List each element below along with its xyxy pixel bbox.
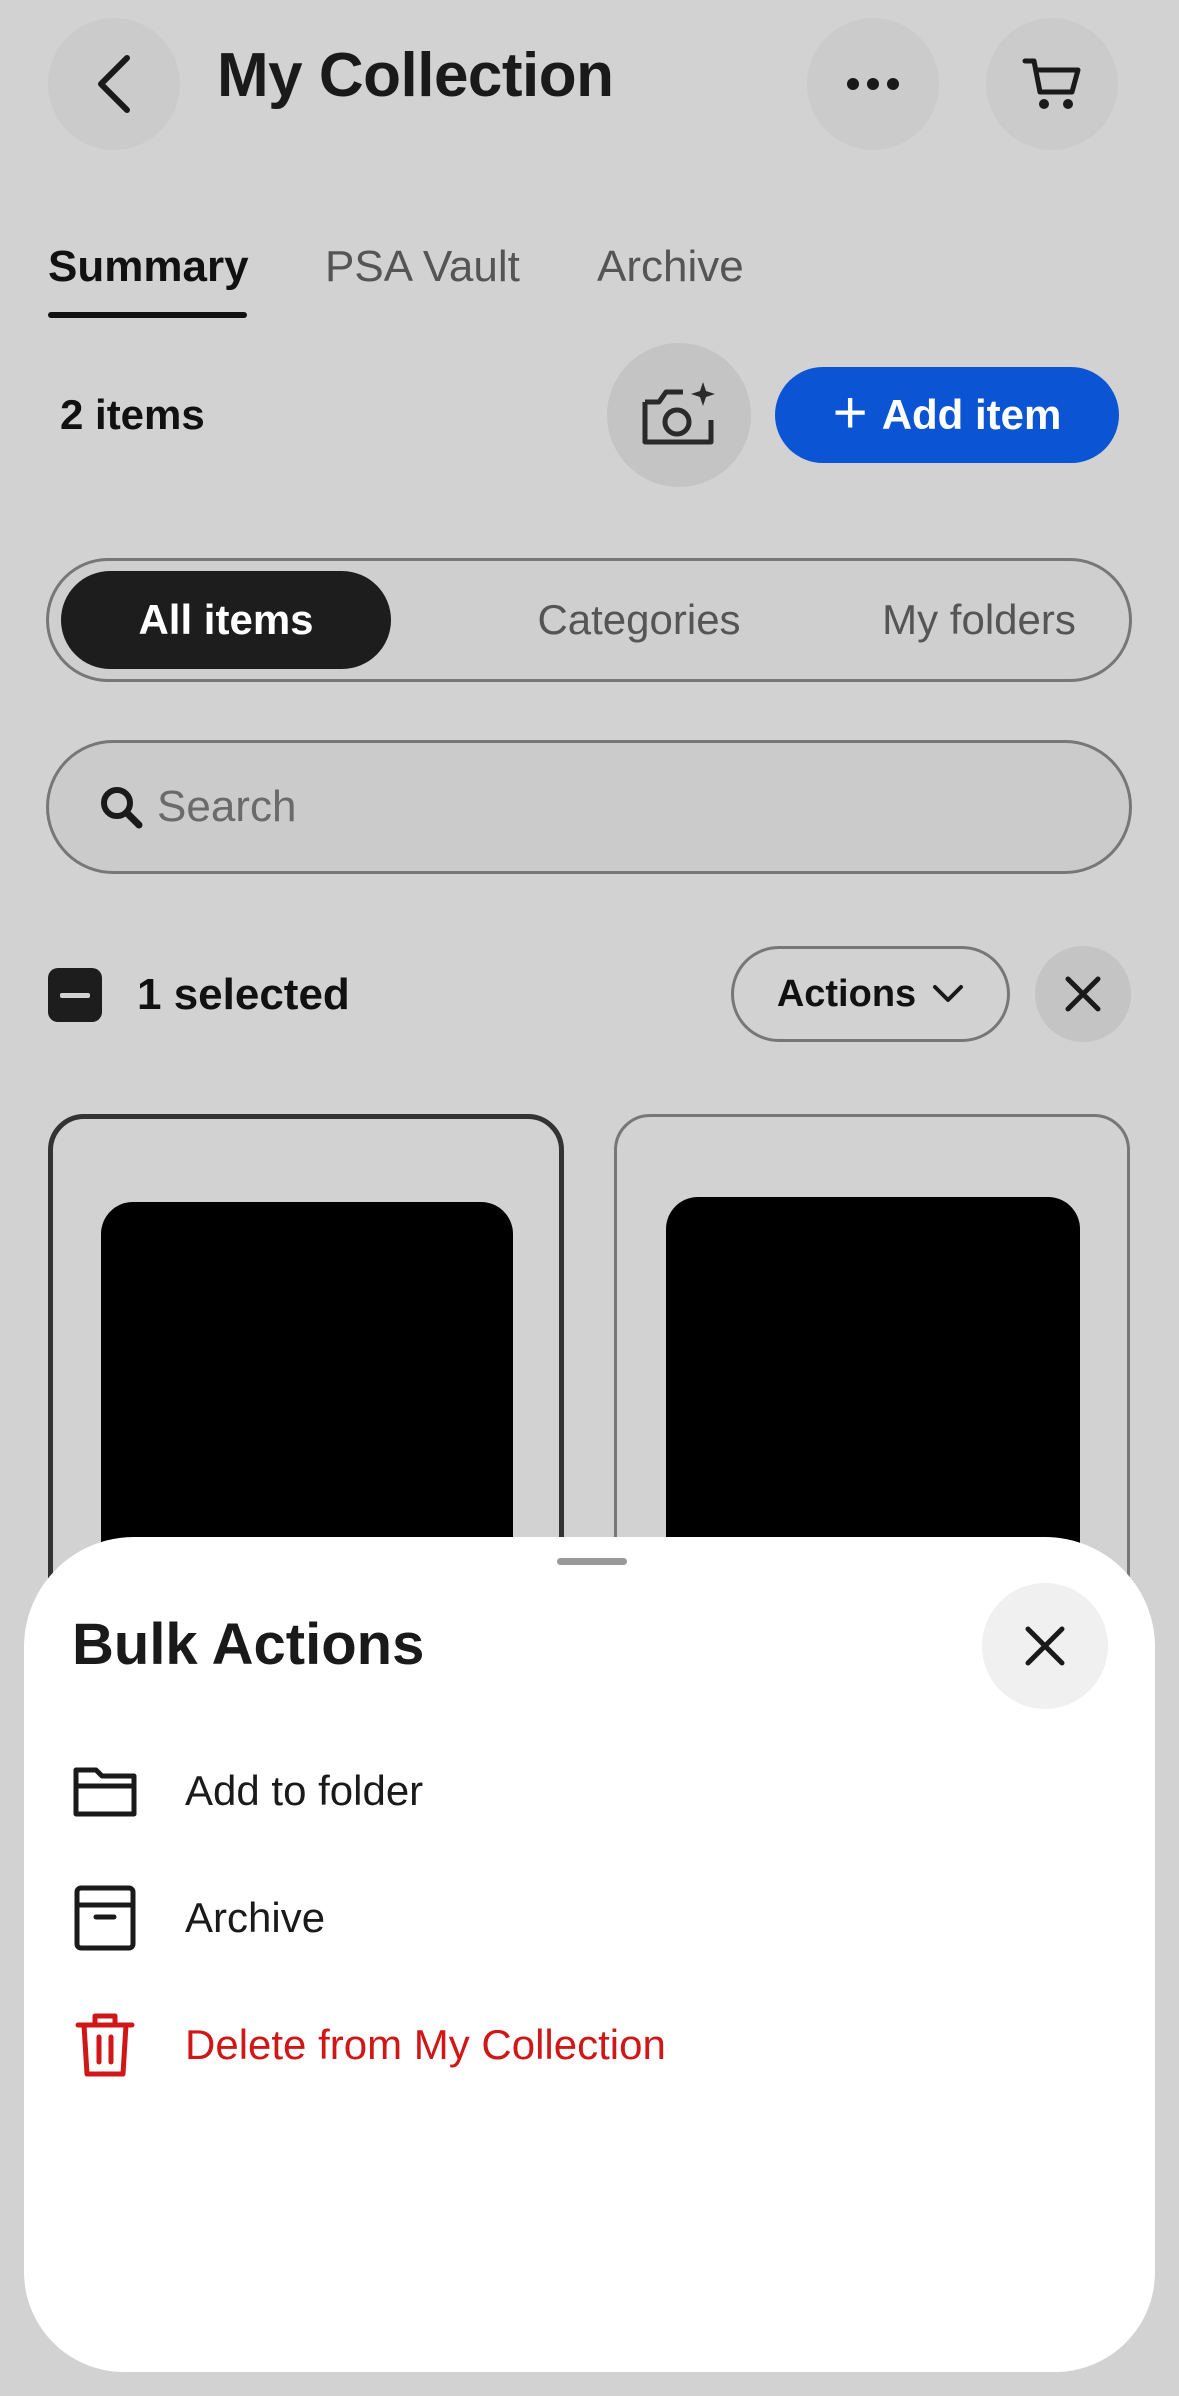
chevron-left-icon	[98, 55, 130, 113]
tab-archive[interactable]: Archive	[597, 242, 744, 292]
segment-my-folders[interactable]: My folders	[829, 571, 1129, 669]
archive-label: Archive	[185, 1894, 326, 1941]
search-input[interactable]	[157, 782, 1057, 832]
segment-all-items[interactable]: All items	[61, 571, 391, 669]
add-to-folder-option[interactable]: Add to folder	[70, 1751, 1070, 1831]
bulk-actions-sheet: Bulk Actions Add to folder Archive Delet…	[24, 1537, 1155, 2372]
add-to-folder-label: Add to folder	[185, 1767, 424, 1814]
clear-selection-button[interactable]	[1035, 946, 1131, 1042]
add-item-label: Add item	[881, 391, 1062, 438]
back-button[interactable]	[48, 18, 180, 150]
active-tab-indicator	[48, 312, 247, 318]
trash-icon	[70, 2010, 140, 2080]
segment-categories[interactable]: Categories	[449, 571, 829, 669]
view-segmented-control: All items Categories My folders	[46, 558, 1132, 682]
chevron-down-icon	[933, 985, 964, 1002]
actions-label: Actions	[776, 972, 917, 1015]
search-icon	[101, 787, 143, 829]
page-title: My Collection	[217, 41, 614, 110]
folder-icon	[70, 1756, 140, 1826]
sheet-title: Bulk Actions	[72, 1612, 425, 1677]
camera-sparkle-icon	[642, 382, 715, 445]
delete-option[interactable]: Delete from My Collection	[70, 2005, 1070, 2085]
cart-icon	[1022, 58, 1081, 109]
items-count: 2 items	[60, 391, 205, 438]
plus-icon: +	[832, 379, 868, 446]
camera-add-button[interactable]	[607, 343, 751, 487]
more-horizontal-icon	[847, 78, 899, 90]
cart-button[interactable]	[986, 18, 1118, 150]
selected-count: 1 selected	[137, 970, 350, 1019]
close-icon	[1065, 976, 1101, 1012]
archive-option[interactable]: Archive	[70, 1878, 1070, 1958]
tab-summary[interactable]: Summary	[48, 242, 249, 292]
search-bar[interactable]	[46, 740, 1132, 874]
add-item-button[interactable]: + Add item	[775, 367, 1119, 463]
close-icon	[1025, 1626, 1065, 1666]
my-collection-screen: My Collection Summary PSA Vault Archive …	[0, 0, 1179, 2396]
tab-psa-vault[interactable]: PSA Vault	[325, 242, 520, 292]
drag-handle[interactable]	[557, 1558, 627, 1565]
select-all-checkbox[interactable]	[48, 968, 102, 1022]
delete-label: Delete from My Collection	[185, 2021, 666, 2068]
indeterminate-dash-icon	[60, 992, 90, 998]
more-options-button[interactable]	[807, 18, 939, 150]
sheet-close-button[interactable]	[982, 1583, 1108, 1709]
actions-dropdown-button[interactable]: Actions	[731, 946, 1010, 1042]
archive-box-icon	[70, 1883, 140, 1953]
